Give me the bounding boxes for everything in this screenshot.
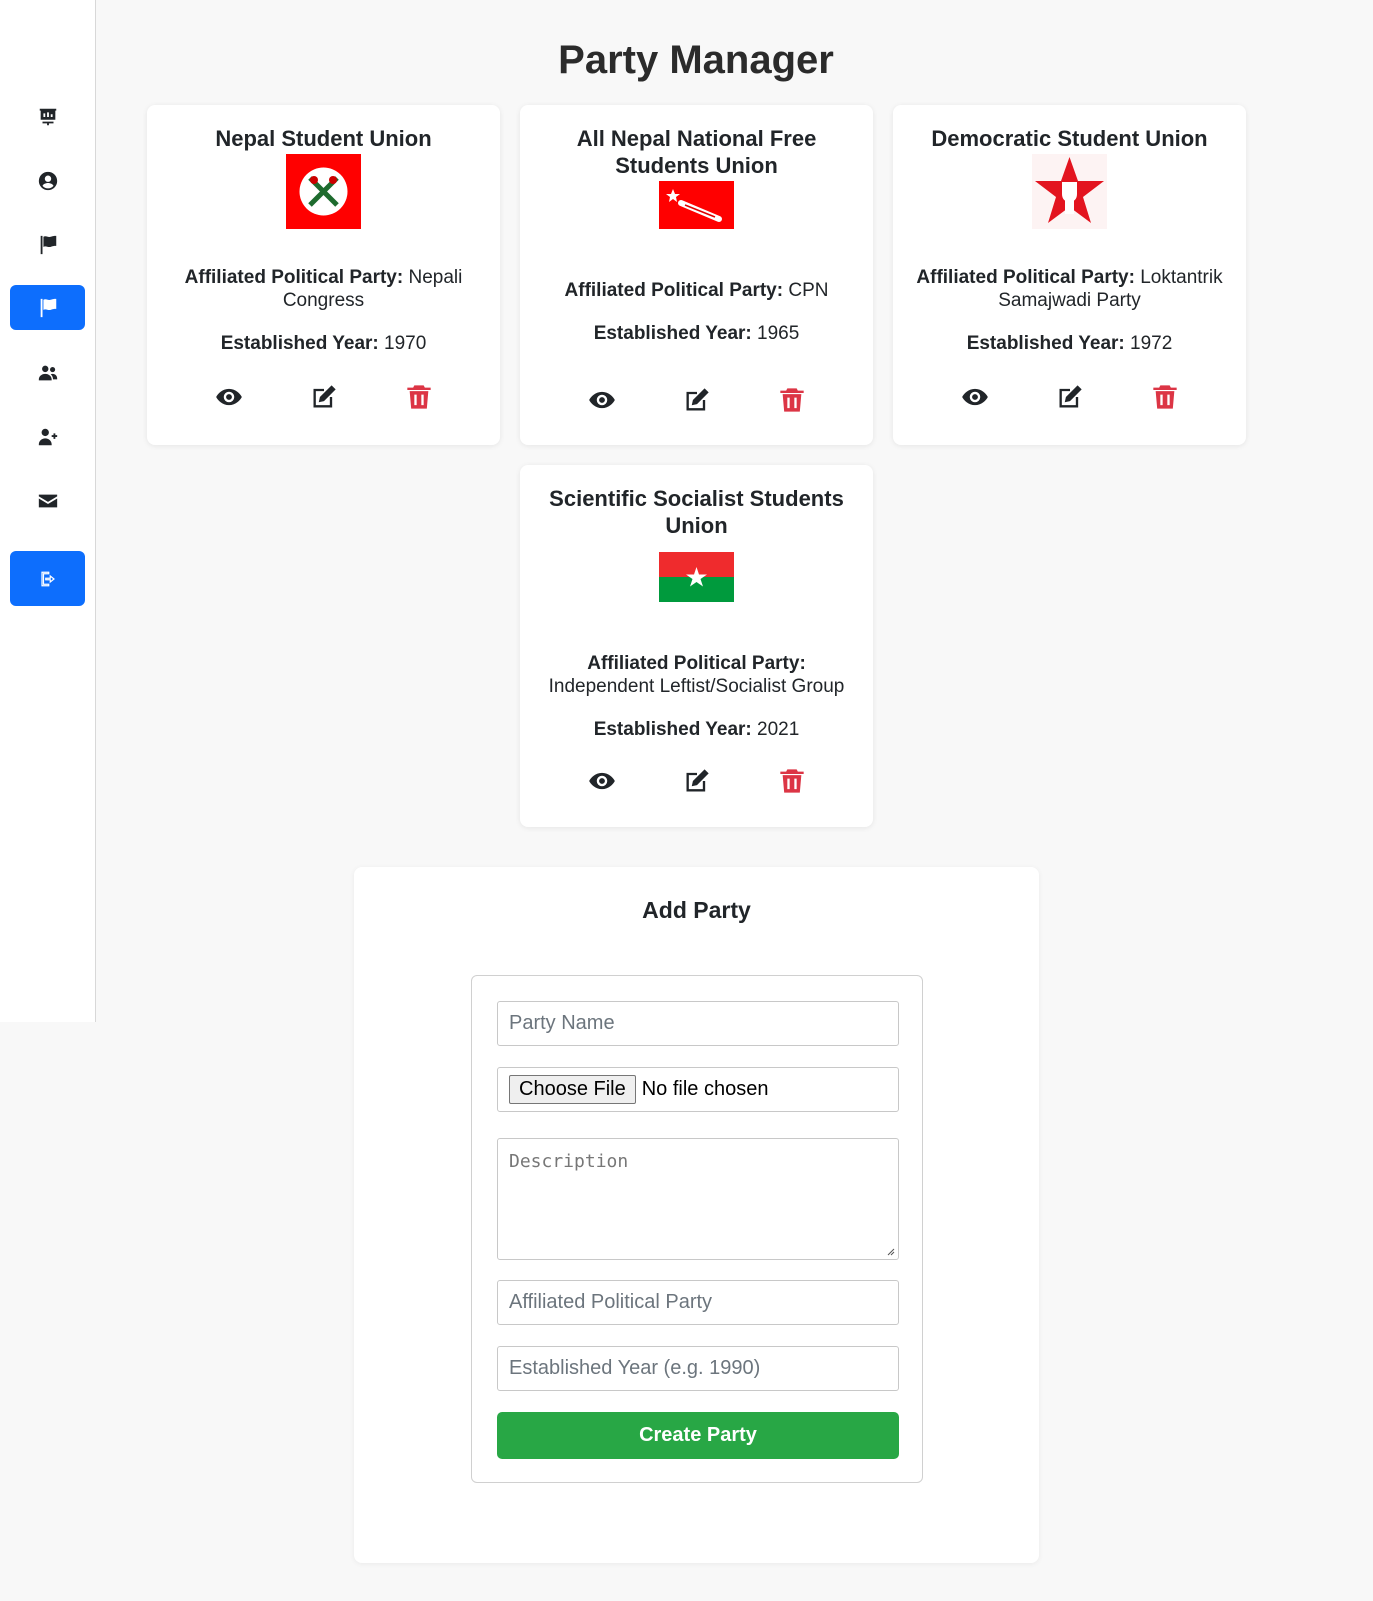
envelope-icon — [38, 494, 57, 507]
eye-icon — [215, 388, 242, 406]
edit-button[interactable] — [309, 382, 339, 412]
party-card: All Nepal National Free Students Union A… — [520, 105, 873, 445]
party-card: Scientific Socialist Students Union Affi… — [520, 465, 873, 827]
eye-icon — [588, 772, 615, 790]
sidebar-item-flag[interactable] — [10, 222, 85, 267]
affiliated-party-input[interactable]: Affiliated Political Party — [497, 1280, 899, 1325]
page-title: Party Manager — [558, 38, 834, 82]
edit-button[interactable] — [682, 766, 712, 796]
sidebar — [0, 0, 96, 1022]
affiliated-party: Affiliated Political Party: Loktantrik S… — [916, 267, 1223, 311]
party-logo — [286, 154, 361, 229]
party-logo — [1032, 154, 1107, 229]
sidebar-item-dashboard[interactable] — [10, 94, 85, 139]
trash-icon — [1152, 385, 1177, 409]
user-circle-icon — [38, 171, 57, 190]
flag-icon — [40, 235, 56, 254]
party-name: Scientific Socialist Students Union — [549, 486, 844, 538]
edit-icon — [313, 385, 336, 408]
eye-icon — [588, 391, 615, 409]
party-logo — [659, 552, 734, 602]
presentation-icon — [39, 108, 56, 125]
trash-icon — [406, 385, 431, 409]
logout-icon — [40, 571, 55, 586]
party-name: Nepal Student Union — [215, 126, 432, 151]
view-button[interactable] — [960, 382, 990, 412]
logout-button[interactable] — [10, 551, 85, 606]
logo-file-input[interactable]: Choose File No file chosen — [497, 1067, 899, 1112]
create-party-button[interactable]: Create Party — [497, 1412, 899, 1459]
edit-icon — [686, 388, 709, 411]
party-card: Democratic Student Union Affiliated Poli… — [893, 105, 1246, 445]
party-name: All Nepal National Free Students Union — [576, 126, 817, 178]
established-year: Established Year: 1972 — [966, 333, 1173, 354]
users-icon — [38, 365, 57, 380]
sidebar-item-parties[interactable] — [10, 285, 85, 330]
delete-button[interactable] — [777, 766, 807, 796]
party-name: Democratic Student Union — [931, 126, 1208, 151]
description-placeholder: Description — [509, 1151, 629, 1172]
edit-icon — [686, 769, 709, 792]
delete-button[interactable] — [1150, 382, 1180, 412]
established-year: Established Year: 2021 — [593, 719, 800, 740]
established-year: Established Year: 1970 — [220, 333, 427, 354]
trash-icon — [779, 388, 804, 412]
party-card: Nepal Student Union Affiliated Political… — [147, 105, 500, 445]
established-year-input[interactable]: Established Year (e.g. 1990) — [497, 1346, 899, 1391]
view-button[interactable] — [587, 385, 617, 415]
view-button[interactable] — [214, 382, 244, 412]
view-button[interactable] — [587, 766, 617, 796]
eye-icon — [961, 388, 988, 406]
sidebar-item-messages[interactable] — [10, 478, 85, 523]
resize-grip-icon[interactable] — [885, 1246, 895, 1256]
party-logo — [659, 181, 734, 229]
delete-button[interactable] — [777, 385, 807, 415]
edit-button[interactable] — [1055, 382, 1085, 412]
edit-icon — [1059, 385, 1082, 408]
affiliated-party: Affiliated Political Party: Independent … — [548, 653, 845, 697]
sidebar-item-users[interactable] — [10, 350, 85, 395]
form-title: Add Party — [642, 897, 751, 923]
add-party-form: Party Name Choose File No file chosen De… — [471, 975, 923, 1483]
add-party-panel: Add Party Party Name Choose File No file… — [354, 867, 1039, 1563]
user-plus-icon — [38, 428, 57, 445]
affiliated-party: Affiliated Political Party: CPN — [564, 280, 829, 301]
description-textarea[interactable]: Description — [497, 1138, 899, 1260]
sidebar-item-add-user[interactable] — [10, 414, 85, 459]
file-status: No file chosen — [641, 1078, 769, 1100]
edit-button[interactable] — [682, 385, 712, 415]
delete-button[interactable] — [404, 382, 434, 412]
established-year: Established Year: 1965 — [593, 323, 800, 344]
trash-icon — [779, 769, 804, 793]
choose-file-button[interactable]: Choose File — [509, 1075, 636, 1104]
sidebar-item-profile[interactable] — [10, 158, 85, 203]
party-name-input[interactable]: Party Name — [497, 1001, 899, 1046]
affiliated-party: Affiliated Political Party: Nepali Congr… — [184, 267, 463, 311]
flag-icon — [40, 298, 56, 317]
